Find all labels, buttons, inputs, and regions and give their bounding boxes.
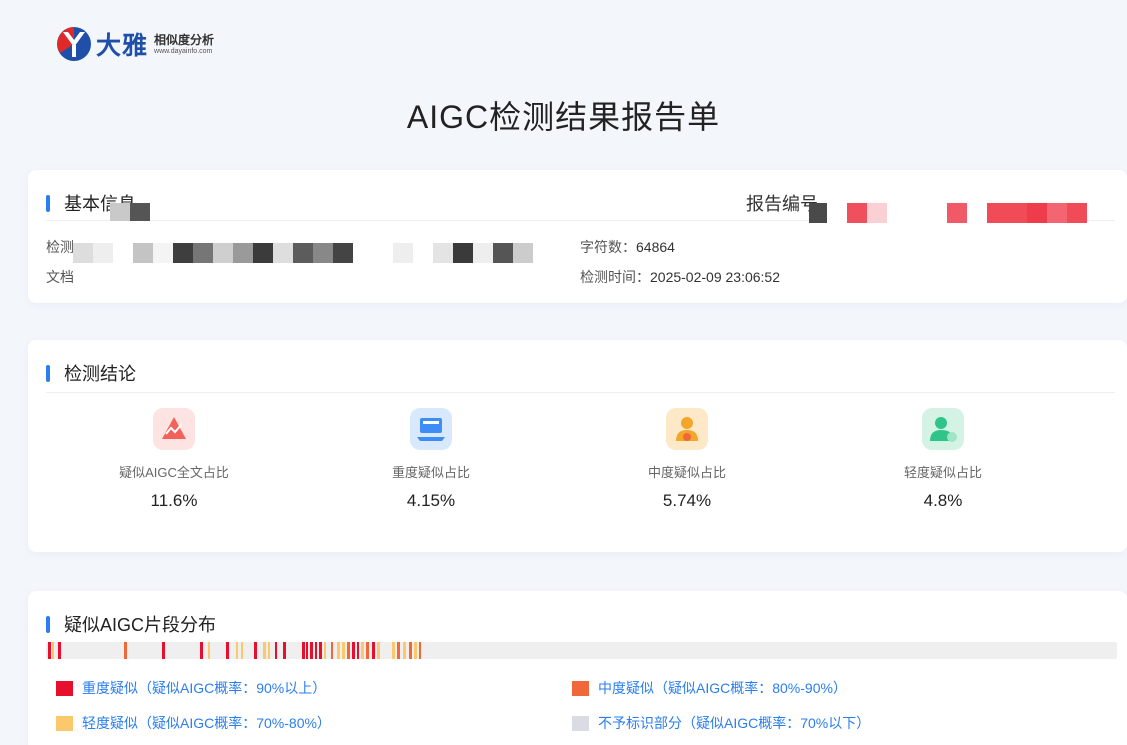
char-count: 字符数：64864 xyxy=(580,239,675,255)
segment-medium xyxy=(409,642,412,659)
legend-heavy-swatch xyxy=(56,680,73,696)
logo-url: www.dayainfo.com xyxy=(154,47,213,55)
segment-light xyxy=(268,642,270,659)
logo-brand: 大雅 xyxy=(96,32,149,60)
segment-heavy xyxy=(162,642,165,659)
segment-heavy xyxy=(58,642,61,659)
legend-heavy: 重度疑似（疑似AIGC概率：90%以上） xyxy=(56,678,326,698)
segment-light xyxy=(414,642,417,659)
segment-heavy xyxy=(310,642,313,659)
report-page: 大雅 相似度分析 www.dayainfo.com AIGC检测结果报告单 基本… xyxy=(0,0,1127,745)
legend-none: 不予标识部分（疑似AIGC概率：70%以下） xyxy=(572,713,870,733)
dayainfo-logo: 大雅 相似度分析 www.dayainfo.com xyxy=(56,26,214,62)
segment-heavy xyxy=(357,642,359,659)
segment-light xyxy=(342,642,345,659)
segment-heavy xyxy=(315,642,317,659)
divider xyxy=(46,392,1115,393)
logo-subtitle: 相似度分析 xyxy=(154,32,215,47)
stat-medium-value: 5.74% xyxy=(662,491,712,510)
conclusion-heading: 检测结论 xyxy=(46,360,136,386)
segment-medium xyxy=(124,642,127,659)
legend-light-swatch xyxy=(56,715,73,731)
segment-medium xyxy=(347,642,350,659)
stat-heavy-value: 4.15% xyxy=(406,491,456,510)
document-info-label: 文档 xyxy=(46,269,74,285)
segment-light xyxy=(52,642,54,659)
segment-light xyxy=(263,642,266,659)
distribution-card: 疑似AIGC片段分布 重度疑似（疑似AIGC概率：90%以上） 中度疑似（疑似A… xyxy=(28,591,1127,745)
detect-info-label: 检测 xyxy=(46,239,74,255)
segment-light xyxy=(403,642,406,659)
stat-total-aigc-value: 11.6% xyxy=(150,491,198,510)
segment-light xyxy=(361,642,364,659)
distribution-heading: 疑似AIGC片段分布 xyxy=(46,611,216,637)
segment-heavy xyxy=(226,642,229,659)
stat-light-value: 4.8% xyxy=(923,491,963,510)
segment-medium xyxy=(397,642,400,659)
segment-distribution-bar xyxy=(46,642,1117,659)
detect-time-value: 2025-02-09 23:06:52 xyxy=(650,269,780,285)
heading-accent-bar xyxy=(46,615,50,633)
segment-heavy xyxy=(306,642,308,659)
segment-heavy xyxy=(352,642,355,659)
segment-heavy xyxy=(275,642,277,659)
legend-none-swatch xyxy=(572,715,589,731)
segment-heavy xyxy=(48,642,51,659)
person-check-icon xyxy=(922,408,964,450)
segment-heavy xyxy=(302,642,305,659)
segment-heavy xyxy=(254,642,257,659)
segment-light xyxy=(241,642,243,659)
stat-light: 轻度疑似占比 4.8% xyxy=(853,408,1033,511)
triangle-chart-icon xyxy=(153,408,195,450)
report-number-label: 报告编号 xyxy=(746,194,818,214)
dayainfo-logo-icon xyxy=(57,27,91,61)
segment-medium xyxy=(419,642,421,659)
redacted-detect-value xyxy=(73,243,533,263)
legend-medium-swatch xyxy=(572,680,589,696)
segment-heavy xyxy=(283,642,286,659)
segment-heavy xyxy=(200,642,203,659)
segment-light xyxy=(324,642,326,659)
stat-medium: 中度疑似占比 5.74% xyxy=(597,408,777,511)
page-title: AIGC检测结果报告单 xyxy=(406,99,721,135)
segment-medium xyxy=(366,642,369,659)
redacted-report-number xyxy=(809,203,1087,223)
stat-total-aigc: 疑似AIGC全文占比 11.6% xyxy=(84,408,264,511)
segment-heavy xyxy=(372,642,375,659)
segment-light xyxy=(377,642,380,659)
laptop-icon xyxy=(410,408,452,450)
person-warning-icon xyxy=(666,408,708,450)
redacted-mark xyxy=(110,203,150,221)
detect-time: 检测时间：2025-02-09 23:06:52 xyxy=(580,269,780,285)
basic-info-card: 基本信息 报告编号 检测 文档 字符数：64864 检测时间：2025-02-0… xyxy=(28,170,1127,303)
heading-accent-bar xyxy=(46,364,50,382)
segment-light xyxy=(236,642,238,659)
heading-accent-bar xyxy=(46,194,50,212)
segment-light xyxy=(208,642,210,659)
legend-light: 轻度疑似（疑似AIGC概率：70%-80%） xyxy=(56,713,331,733)
legend-medium: 中度疑似（疑似AIGC概率：80%-90%） xyxy=(572,678,847,698)
segment-light xyxy=(337,642,340,659)
conclusion-card: 检测结论 疑似AIGC全文占比 11.6% 重度疑似占比 4.15% 中度疑似占… xyxy=(28,340,1127,552)
segment-light xyxy=(392,642,395,659)
segment-medium xyxy=(331,642,333,659)
stat-heavy: 重度疑似占比 4.15% xyxy=(341,408,521,511)
char-count-value: 64864 xyxy=(636,239,675,255)
segment-heavy xyxy=(319,642,322,659)
